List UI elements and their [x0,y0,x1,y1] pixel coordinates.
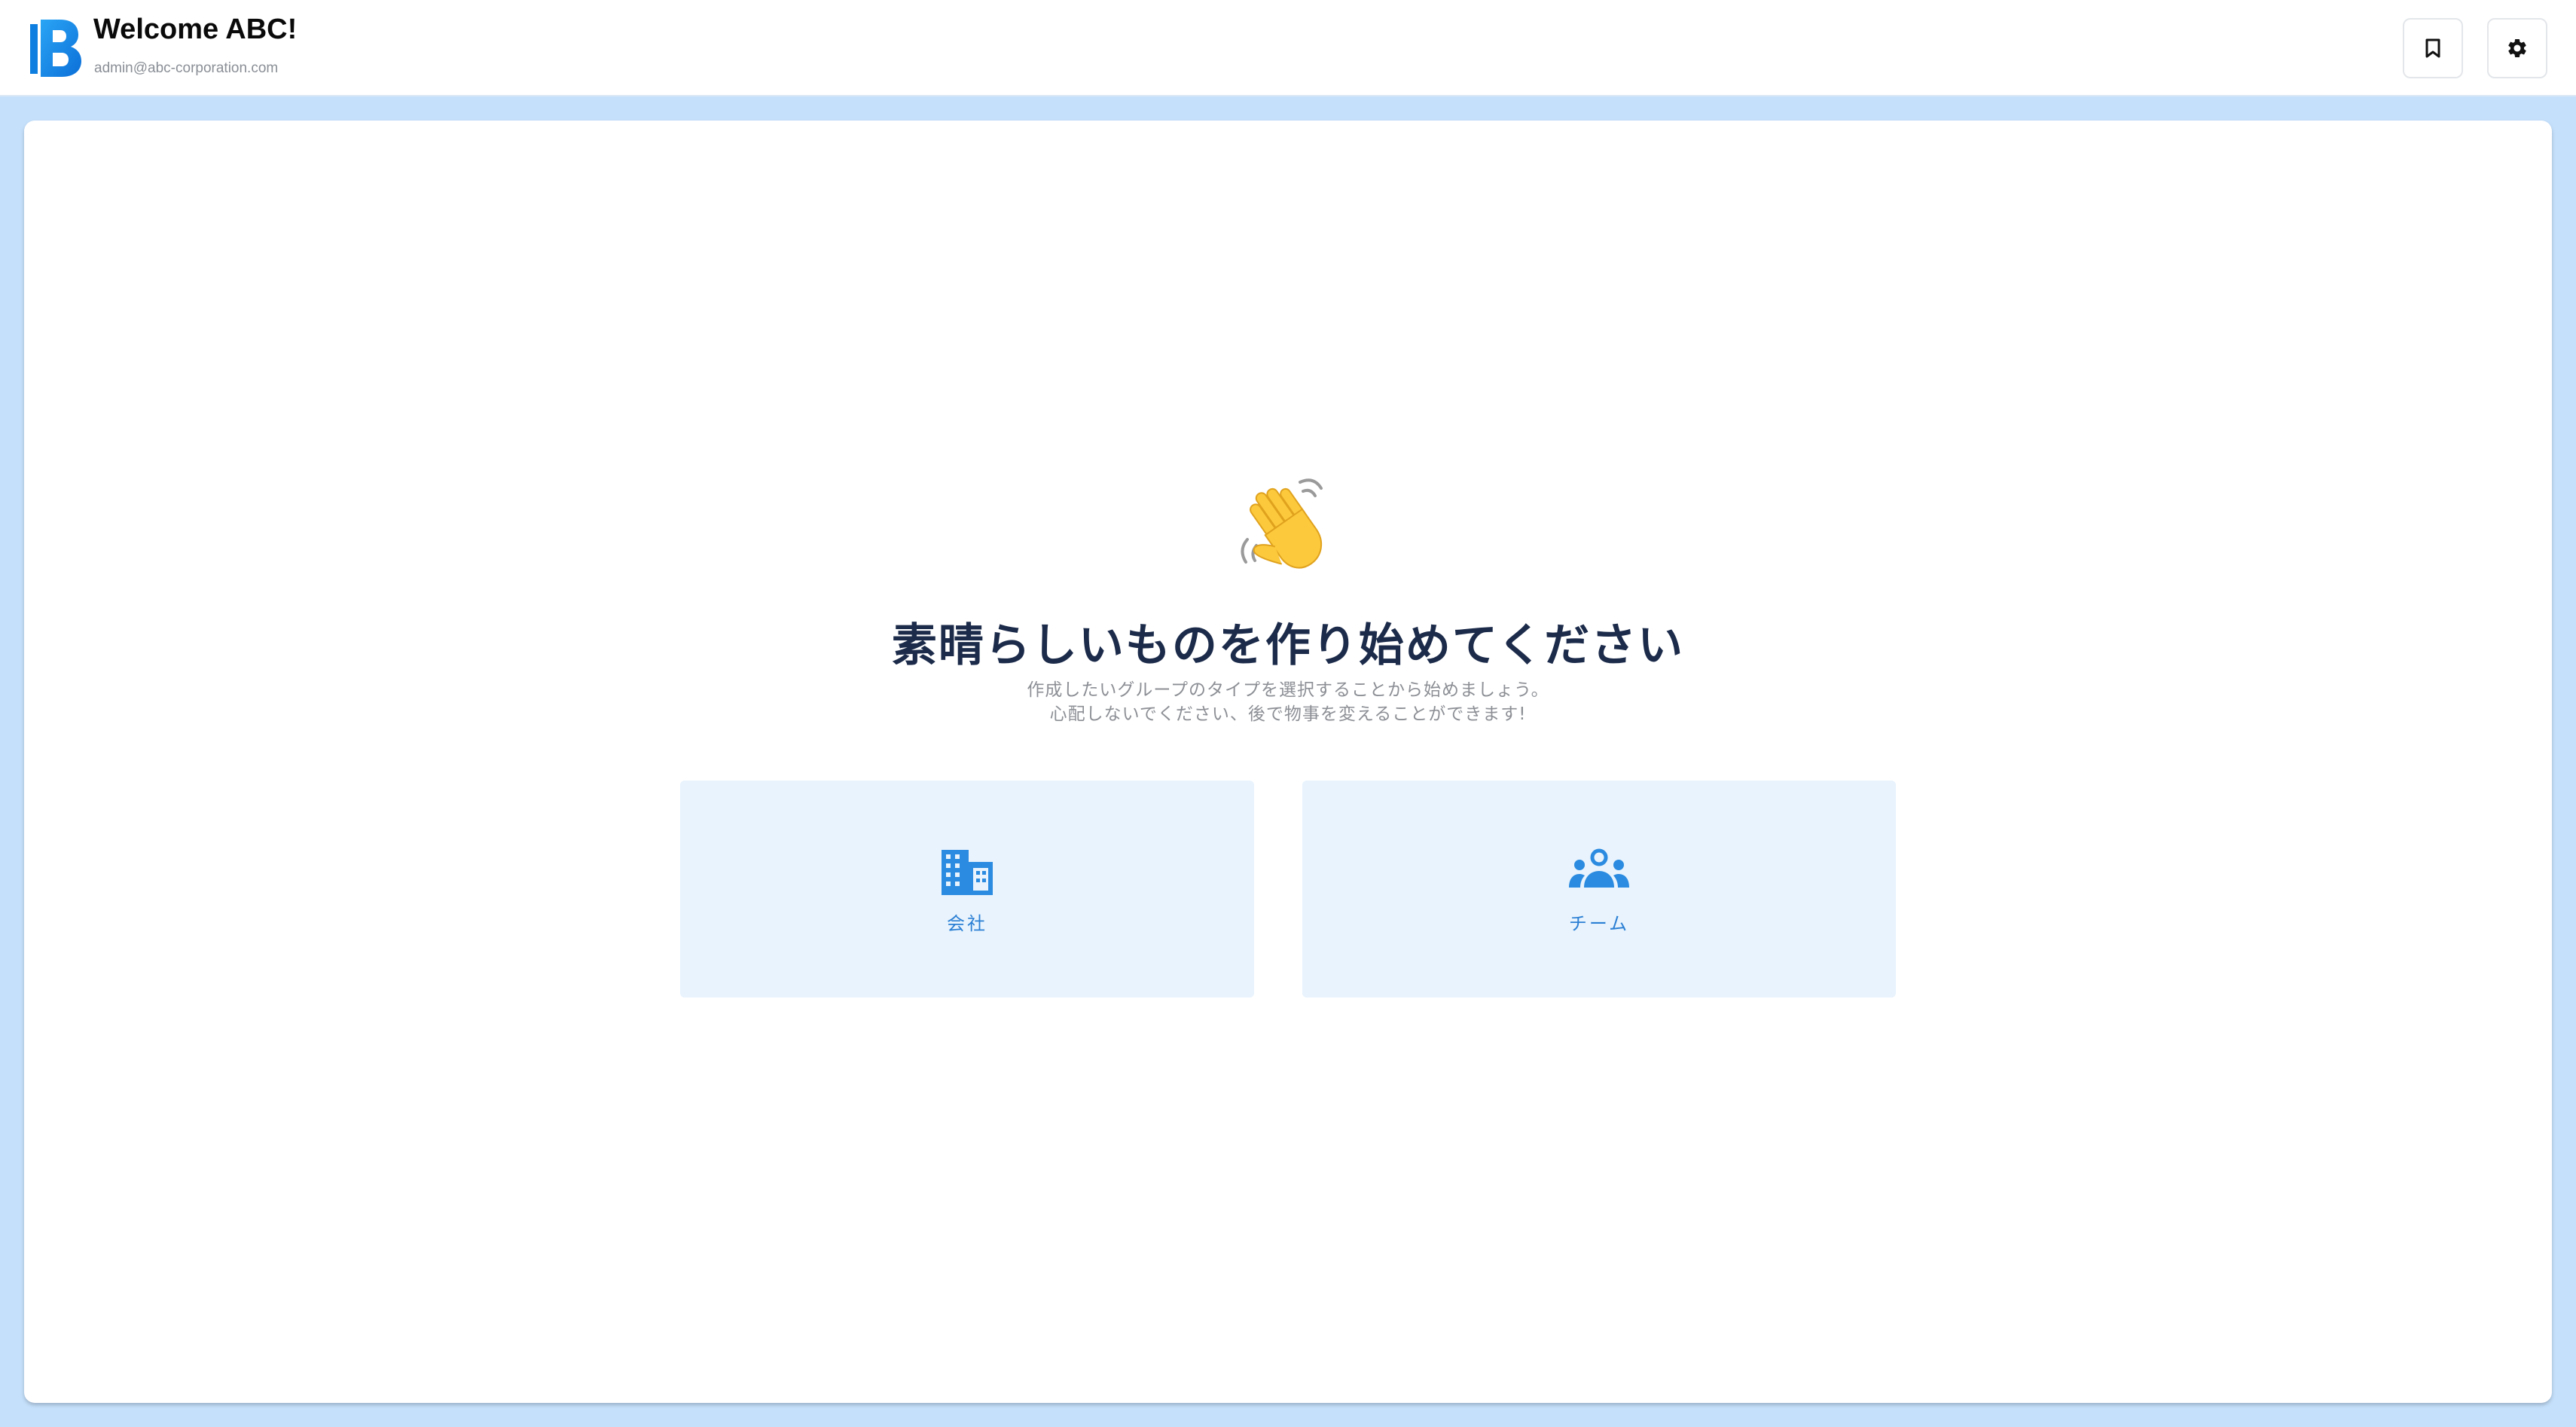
welcome-title: Welcome ABC! [93,14,298,45]
bookmark-button[interactable] [2403,18,2463,78]
brand-logo-icon [30,20,81,77]
bookmark-icon [2425,38,2440,58]
gear-icon [2508,38,2526,57]
subtitle-line-1: 作成したいグループのタイプを選択することから始めましょう。 [1027,680,1549,700]
option-team-card[interactable]: チーム [1302,781,1896,998]
subtitle-line-2: 心配しないでください、後で物事を変えることができます! [1049,704,1527,724]
page-heading: 素晴らしいものを作り始めてください [891,619,1685,672]
group-icon [1569,848,1629,888]
waving-hand-icon [1241,478,1323,569]
settings-button[interactable] [2487,18,2547,78]
option-team-label: チーム [1568,913,1630,934]
option-company-label: 会社 [947,913,987,934]
user-email: admin@abc-corporation.com [94,60,279,76]
main-panel [24,121,2552,1403]
building-icon [942,850,993,895]
top-header: Welcome ABC! admin@abc-corporation.com [0,0,2576,96]
option-company-card[interactable]: 会社 [680,781,1254,998]
